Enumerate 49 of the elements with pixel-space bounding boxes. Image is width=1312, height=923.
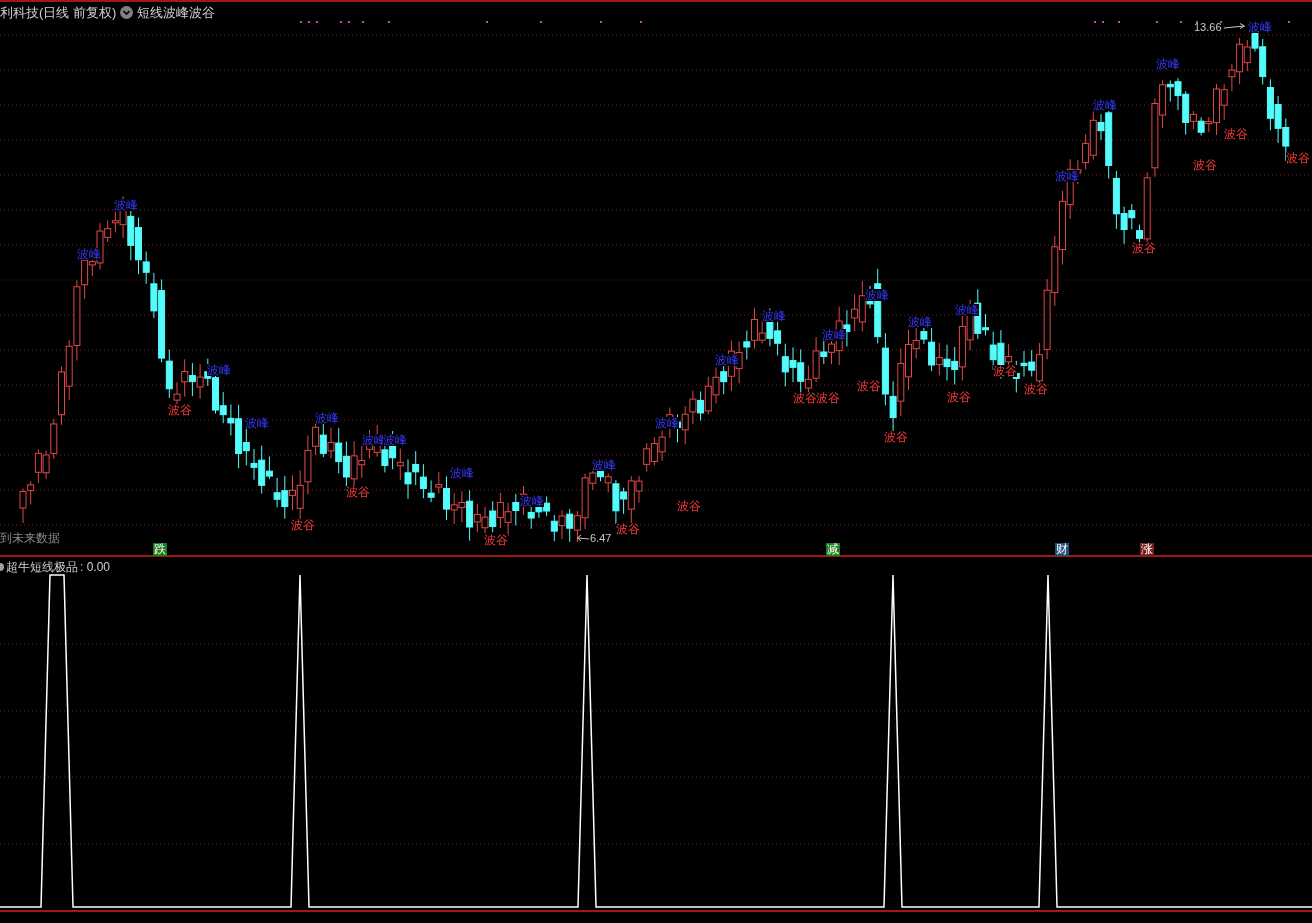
peak-label: 波峰	[245, 417, 269, 429]
peak-label: 波峰	[450, 467, 474, 479]
peak-label: 波峰	[114, 199, 138, 211]
trough-label: 波谷	[484, 534, 508, 546]
low-price-label: 6.47	[590, 532, 612, 544]
peak-label: 波峰	[865, 289, 889, 301]
peak-label: 波峰	[520, 495, 544, 507]
peak-label: 波峰	[1055, 170, 1079, 182]
trough-label: 波谷	[947, 391, 971, 403]
signal-tag: 涨	[1140, 543, 1154, 556]
trough-label: 波谷	[677, 500, 701, 512]
arrow-right-icon	[1223, 23, 1246, 31]
trough-label: 波谷	[1132, 242, 1156, 254]
signal-tag: 减	[826, 543, 840, 556]
trough-label: 波谷	[168, 404, 192, 416]
trough-label: 波谷	[857, 380, 881, 392]
signal-tag: 跌	[153, 543, 167, 556]
trough-label: 波谷	[616, 523, 640, 535]
peak-label: 波峰	[655, 417, 679, 429]
trough-label: 波谷	[793, 392, 817, 404]
chevron-down-icon[interactable]	[120, 6, 134, 20]
peak-label: 波峰	[1156, 58, 1180, 70]
trough-label: 波谷	[291, 519, 315, 531]
peak-label: 波峰	[762, 310, 786, 322]
peak-label: 波峰	[207, 364, 231, 376]
trough-label: 波谷	[1193, 159, 1217, 171]
peak-label: 波峰	[908, 316, 932, 328]
peak-label: 波峰	[592, 459, 616, 471]
peak-label: 波峰	[955, 304, 979, 316]
peak-label: 波峰	[822, 329, 846, 341]
peak-label: 波峰	[715, 354, 739, 366]
peak-label: 波峰	[315, 412, 339, 424]
trough-label: 波谷	[816, 392, 840, 404]
indicator-name: 短线波峰波谷	[137, 4, 216, 22]
trough-label: 波谷	[1024, 383, 1048, 395]
trough-label: 波谷	[884, 431, 908, 443]
indicator-value: : 0.00	[80, 559, 111, 576]
peak-label: 波峰	[1093, 99, 1117, 111]
trough-label: 波谷	[346, 486, 370, 498]
peak-label: 波峰	[1248, 21, 1272, 33]
trough-label: 波谷	[993, 365, 1017, 377]
arrow-left-icon	[577, 534, 589, 542]
trough-label: 波谷	[1286, 152, 1310, 164]
trough-label: 波谷	[1224, 128, 1248, 140]
future-data-note: 到未来数据	[0, 531, 60, 545]
signal-tag: 财	[1055, 543, 1069, 556]
indicator-name: 超牛短线极品	[6, 559, 78, 576]
high-price-label: 13.66	[1194, 21, 1222, 33]
chart-title: 利科技(日线 前复权)	[0, 4, 117, 22]
